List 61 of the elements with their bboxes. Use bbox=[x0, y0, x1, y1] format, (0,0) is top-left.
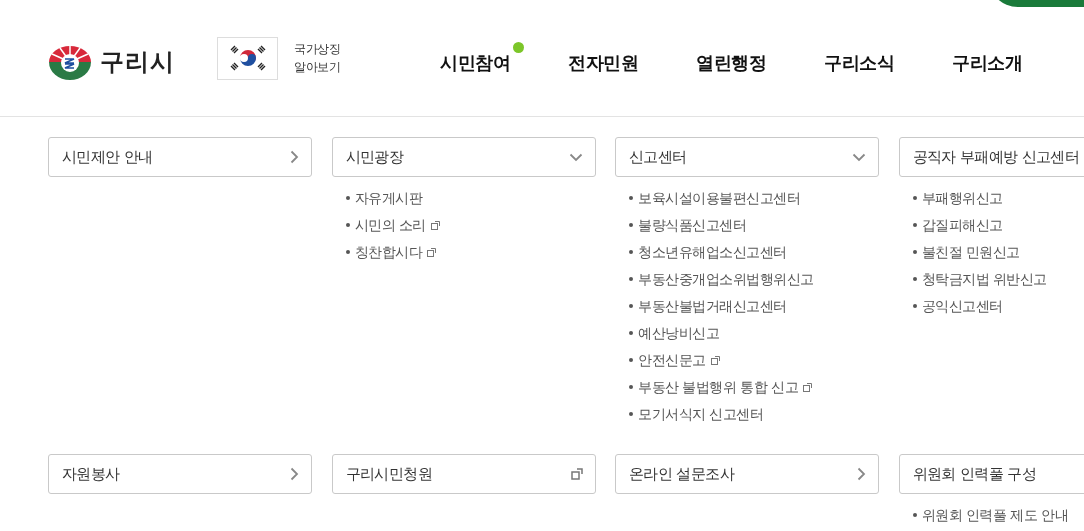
submenu-link[interactable]: 부동산불법거래신고센터 bbox=[629, 294, 787, 318]
bullet-icon bbox=[629, 331, 633, 335]
national-symbol-link[interactable]: 국가상징 알아보기 bbox=[217, 36, 340, 80]
submenu-link[interactable]: 부동산중개업소위법행위신고 bbox=[629, 267, 814, 291]
bullet-icon bbox=[629, 304, 633, 308]
nav-menu-item[interactable]: 구리소식 bbox=[824, 48, 894, 76]
bullet-icon bbox=[345, 196, 350, 200]
submenu-link[interactable]: 보육시설이용불편신고센터 bbox=[629, 186, 800, 210]
logo-text: 구리시 bbox=[100, 47, 175, 78]
submenu-link[interactable]: 청소년유해업소신고센터 bbox=[629, 240, 787, 264]
bullet-icon bbox=[629, 250, 633, 254]
bullet-icon bbox=[345, 223, 350, 227]
bullet-icon bbox=[345, 250, 350, 254]
submenu-link[interactable]: 불친절 민원신고 bbox=[912, 240, 1020, 264]
chevron-down-icon bbox=[568, 152, 583, 162]
bullet-icon bbox=[912, 513, 917, 517]
submenu-link[interactable]: 부동산 불법행위 통합 신고 bbox=[629, 375, 813, 399]
bullet-icon bbox=[912, 196, 917, 200]
bullet-icon bbox=[629, 358, 633, 362]
submenu-link[interactable]: 예산낭비신고 bbox=[629, 321, 719, 345]
chevron-down-icon bbox=[852, 152, 866, 162]
menu-box[interactable]: 온라인 설문조사 bbox=[615, 454, 879, 494]
bullet-icon bbox=[629, 277, 633, 281]
new-window-icon bbox=[570, 468, 583, 480]
chevron-right-icon bbox=[290, 467, 299, 481]
symbol-link-text: 국가상징 알아보기 bbox=[294, 41, 340, 76]
bullet-icon bbox=[912, 250, 917, 254]
bullet-icon bbox=[629, 196, 633, 200]
bullet-icon bbox=[912, 223, 917, 227]
nav-menu-item[interactable]: 열린행정 bbox=[696, 48, 766, 76]
chevron-right-icon bbox=[290, 150, 299, 164]
bullet-icon bbox=[912, 277, 917, 281]
bullet-icon bbox=[629, 385, 633, 389]
bullet-icon bbox=[629, 223, 633, 227]
submenu-link[interactable]: 공익신고센터 bbox=[912, 294, 1003, 318]
submenu-link[interactable]: 시민의 소리 bbox=[345, 213, 440, 237]
nav-menu-item[interactable]: 시민참여 bbox=[440, 48, 510, 76]
chevron-right-icon bbox=[857, 467, 866, 481]
menu-box[interactable]: 자원봉사 bbox=[48, 454, 312, 494]
submenu-link[interactable]: 안전신문고 bbox=[629, 348, 720, 372]
city-emblem-icon bbox=[48, 43, 92, 81]
menu-box[interactable]: 시민제안 안내 bbox=[48, 137, 312, 177]
submenu-link[interactable]: 청탁금지법 위반신고 bbox=[912, 267, 1047, 291]
menu-box[interactable]: 구리시민청원 bbox=[331, 454, 596, 494]
submenu-link[interactable]: 부패행위신고 bbox=[912, 186, 1003, 210]
submenu-link[interactable]: 갑질피해신고 bbox=[912, 213, 1003, 237]
menu-box[interactable]: 신고센터 bbox=[615, 137, 879, 177]
national-flag-icon bbox=[217, 36, 278, 80]
nav-menu-item[interactable]: 전자민원 bbox=[568, 48, 638, 76]
menu-box[interactable]: 위원회 인력풀 구성 bbox=[898, 454, 1084, 494]
menu-box[interactable]: 공직자 부패예방 신고센터 bbox=[898, 137, 1084, 177]
submenu-link[interactable]: 불량식품신고센터 bbox=[629, 213, 746, 237]
submenu-link[interactable]: 칭찬합시다 bbox=[345, 240, 436, 264]
bullet-icon bbox=[629, 412, 633, 416]
submenu-link[interactable]: 모기서식지 신고센터 bbox=[629, 402, 764, 426]
submenu-link[interactable]: 위원회 인력풀 제도 안내 bbox=[912, 503, 1069, 527]
submenu-link[interactable]: 자유게시판 bbox=[345, 186, 422, 210]
menu-box[interactable]: 시민광장 bbox=[331, 137, 596, 177]
nav-menu-item[interactable]: 구리소개 bbox=[952, 48, 1022, 76]
bullet-icon bbox=[912, 304, 917, 308]
logo[interactable]: 구리시 bbox=[48, 43, 175, 81]
